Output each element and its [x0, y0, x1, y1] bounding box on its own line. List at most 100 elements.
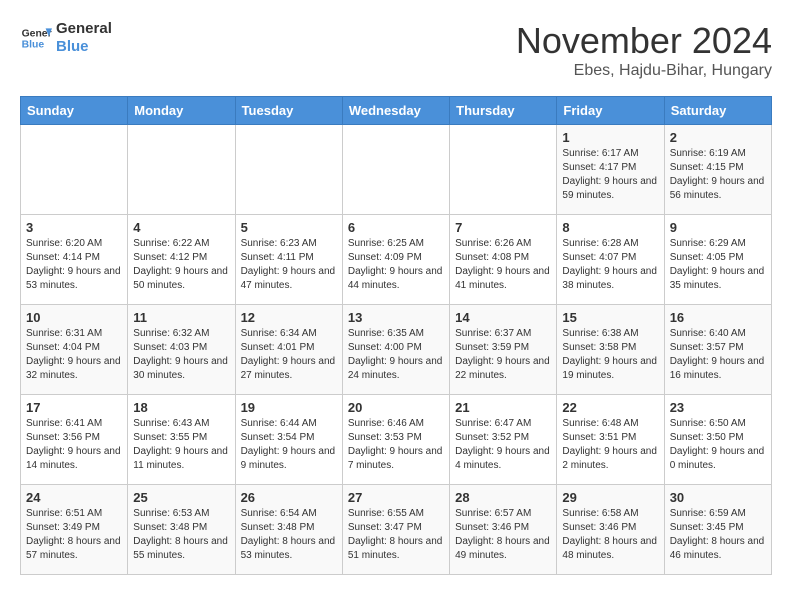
- day-number: 15: [562, 310, 658, 325]
- calendar-cell: 7Sunrise: 6:26 AM Sunset: 4:08 PM Daylig…: [450, 215, 557, 305]
- calendar-cell: 22 Sunrise: 6:48 AM Sunset: 3:51 PM Dayli…: [557, 395, 664, 485]
- calendar-cell: 16 Sunrise: 6:40 AM Sunset: 3:57 PM Dayli…: [664, 305, 771, 395]
- day-info: Sunrise: 6:19 AM Sunset: 4:15 PM Dayligh…: [670, 147, 766, 203]
- header-day: Friday: [557, 97, 664, 125]
- day-number: 19: [241, 400, 337, 415]
- calendar-cell: 24Sunrise: 6:51 AM Sunset: 3:49 PM Dayli…: [21, 485, 128, 575]
- logo: General Blue General Blue: [20, 20, 112, 56]
- day-info: Sunrise: 6:43 AM Sunset: 3:55 PM Dayligh…: [133, 417, 229, 473]
- calendar-cell: 4 Sunrise: 6:22 AM Sunset: 4:12 PM Daylig…: [128, 215, 235, 305]
- calendar-cell: 23Sunrise: 6:50 AM Sunset: 3:50 PM Dayli…: [664, 395, 771, 485]
- calendar-cell: 11Sunrise: 6:32 AM Sunset: 4:03 PM Dayli…: [128, 305, 235, 395]
- calendar-cell: 9Sunrise: 6:29 AM Sunset: 4:05 PM Daylig…: [664, 215, 771, 305]
- calendar-cell: [235, 125, 342, 215]
- calendar-cell: 21 Sunrise: 6:47 AM Sunset: 3:52 PM Dayli…: [450, 395, 557, 485]
- day-number: 3: [26, 220, 122, 235]
- day-info: Sunrise: 6:35 AM Sunset: 4:00 PM Dayligh…: [348, 327, 444, 383]
- day-info: Sunrise: 6:17 AM Sunset: 4:17 PM Dayligh…: [562, 147, 658, 203]
- day-info: Sunrise: 6:50 AM Sunset: 3:50 PM Dayligh…: [670, 417, 766, 473]
- calendar-week-row: 3 Sunrise: 6:20 AM Sunset: 4:14 PM Daylig…: [21, 215, 772, 305]
- day-info: Sunrise: 6:46 AM Sunset: 3:53 PM Dayligh…: [348, 417, 444, 473]
- day-number: 25: [133, 490, 229, 505]
- day-number: 10: [26, 310, 122, 325]
- header-day: Sunday: [21, 97, 128, 125]
- day-number: 8: [562, 220, 658, 235]
- calendar-cell: 18 Sunrise: 6:43 AM Sunset: 3:55 PM Dayli…: [128, 395, 235, 485]
- day-info: Sunrise: 6:48 AM Sunset: 3:51 PM Dayligh…: [562, 417, 658, 473]
- day-info: Sunrise: 6:58 AM Sunset: 3:46 PM Dayligh…: [562, 507, 658, 563]
- calendar-cell: 12 Sunrise: 6:34 AM Sunset: 4:01 PM Dayli…: [235, 305, 342, 395]
- day-info: Sunrise: 6:23 AM Sunset: 4:11 PM Dayligh…: [241, 237, 337, 293]
- day-number: 7: [455, 220, 551, 235]
- calendar-cell: [342, 125, 449, 215]
- day-number: 18: [133, 400, 229, 415]
- logo-icon: General Blue: [20, 22, 52, 54]
- day-number: 27: [348, 490, 444, 505]
- day-info: Sunrise: 6:34 AM Sunset: 4:01 PM Dayligh…: [241, 327, 337, 383]
- calendar-cell: 27 Sunrise: 6:55 AM Sunset: 3:47 PM Dayli…: [342, 485, 449, 575]
- calendar-cell: [21, 125, 128, 215]
- day-info: Sunrise: 6:37 AM Sunset: 3:59 PM Dayligh…: [455, 327, 551, 383]
- header-row: SundayMondayTuesdayWednesdayThursdayFrid…: [21, 97, 772, 125]
- header-day: Monday: [128, 97, 235, 125]
- calendar-cell: 26 Sunrise: 6:54 AM Sunset: 3:48 PM Dayli…: [235, 485, 342, 575]
- day-number: 12: [241, 310, 337, 325]
- day-number: 9: [670, 220, 766, 235]
- day-info: Sunrise: 6:38 AM Sunset: 3:58 PM Dayligh…: [562, 327, 658, 383]
- calendar-cell: [450, 125, 557, 215]
- day-number: 11: [133, 310, 229, 325]
- calendar-week-row: 17 Sunrise: 6:41 AM Sunset: 3:56 PM Dayli…: [21, 395, 772, 485]
- calendar-cell: 8 Sunrise: 6:28 AM Sunset: 4:07 PM Daylig…: [557, 215, 664, 305]
- day-info: Sunrise: 6:20 AM Sunset: 4:14 PM Dayligh…: [26, 237, 122, 293]
- calendar-cell: 19 Sunrise: 6:44 AM Sunset: 3:54 PM Dayli…: [235, 395, 342, 485]
- day-number: 4: [133, 220, 229, 235]
- calendar-cell: 3 Sunrise: 6:20 AM Sunset: 4:14 PM Daylig…: [21, 215, 128, 305]
- logo-blue: Blue: [56, 38, 112, 56]
- title-block: November 2024 Ebes, Hajdu-Bihar, Hungary: [516, 20, 772, 80]
- calendar-body: 1Sunrise: 6:17 AM Sunset: 4:17 PM Daylig…: [21, 125, 772, 575]
- day-number: 5: [241, 220, 337, 235]
- day-number: 6: [348, 220, 444, 235]
- calendar-cell: 28Sunrise: 6:57 AM Sunset: 3:46 PM Dayli…: [450, 485, 557, 575]
- calendar-cell: 17 Sunrise: 6:41 AM Sunset: 3:56 PM Dayli…: [21, 395, 128, 485]
- day-info: Sunrise: 6:54 AM Sunset: 3:48 PM Dayligh…: [241, 507, 337, 563]
- day-info: Sunrise: 6:22 AM Sunset: 4:12 PM Dayligh…: [133, 237, 229, 293]
- calendar-cell: 25 Sunrise: 6:53 AM Sunset: 3:48 PM Dayli…: [128, 485, 235, 575]
- day-info: Sunrise: 6:55 AM Sunset: 3:47 PM Dayligh…: [348, 507, 444, 563]
- header-day: Saturday: [664, 97, 771, 125]
- day-info: Sunrise: 6:28 AM Sunset: 4:07 PM Dayligh…: [562, 237, 658, 293]
- calendar-cell: 30Sunrise: 6:59 AM Sunset: 3:45 PM Dayli…: [664, 485, 771, 575]
- calendar-cell: 15 Sunrise: 6:38 AM Sunset: 3:58 PM Dayli…: [557, 305, 664, 395]
- day-info: Sunrise: 6:51 AM Sunset: 3:49 PM Dayligh…: [26, 507, 122, 563]
- month-title: November 2024: [516, 20, 772, 62]
- calendar-cell: 14 Sunrise: 6:37 AM Sunset: 3:59 PM Dayli…: [450, 305, 557, 395]
- day-info: Sunrise: 6:41 AM Sunset: 3:56 PM Dayligh…: [26, 417, 122, 473]
- header-day: Wednesday: [342, 97, 449, 125]
- header-day: Tuesday: [235, 97, 342, 125]
- day-number: 2: [670, 130, 766, 145]
- day-info: Sunrise: 6:31 AM Sunset: 4:04 PM Dayligh…: [26, 327, 122, 383]
- calendar-week-row: 1Sunrise: 6:17 AM Sunset: 4:17 PM Daylig…: [21, 125, 772, 215]
- calendar-cell: 6Sunrise: 6:25 AM Sunset: 4:09 PM Daylig…: [342, 215, 449, 305]
- calendar-week-row: 10 Sunrise: 6:31 AM Sunset: 4:04 PM Dayli…: [21, 305, 772, 395]
- day-info: Sunrise: 6:53 AM Sunset: 3:48 PM Dayligh…: [133, 507, 229, 563]
- day-number: 21: [455, 400, 551, 415]
- day-number: 26: [241, 490, 337, 505]
- calendar-cell: 29Sunrise: 6:58 AM Sunset: 3:46 PM Dayli…: [557, 485, 664, 575]
- day-info: Sunrise: 6:40 AM Sunset: 3:57 PM Dayligh…: [670, 327, 766, 383]
- day-number: 22: [562, 400, 658, 415]
- day-number: 17: [26, 400, 122, 415]
- calendar-cell: 10 Sunrise: 6:31 AM Sunset: 4:04 PM Dayli…: [21, 305, 128, 395]
- calendar-cell: 20 Sunrise: 6:46 AM Sunset: 3:53 PM Dayli…: [342, 395, 449, 485]
- day-number: 13: [348, 310, 444, 325]
- day-number: 16: [670, 310, 766, 325]
- day-info: Sunrise: 6:47 AM Sunset: 3:52 PM Dayligh…: [455, 417, 551, 473]
- calendar-cell: 2 Sunrise: 6:19 AM Sunset: 4:15 PM Daylig…: [664, 125, 771, 215]
- day-info: Sunrise: 6:59 AM Sunset: 3:45 PM Dayligh…: [670, 507, 766, 563]
- day-number: 14: [455, 310, 551, 325]
- calendar-cell: 5 Sunrise: 6:23 AM Sunset: 4:11 PM Daylig…: [235, 215, 342, 305]
- calendar-table: SundayMondayTuesdayWednesdayThursdayFrid…: [20, 96, 772, 575]
- day-number: 20: [348, 400, 444, 415]
- calendar-cell: 1Sunrise: 6:17 AM Sunset: 4:17 PM Daylig…: [557, 125, 664, 215]
- day-info: Sunrise: 6:44 AM Sunset: 3:54 PM Dayligh…: [241, 417, 337, 473]
